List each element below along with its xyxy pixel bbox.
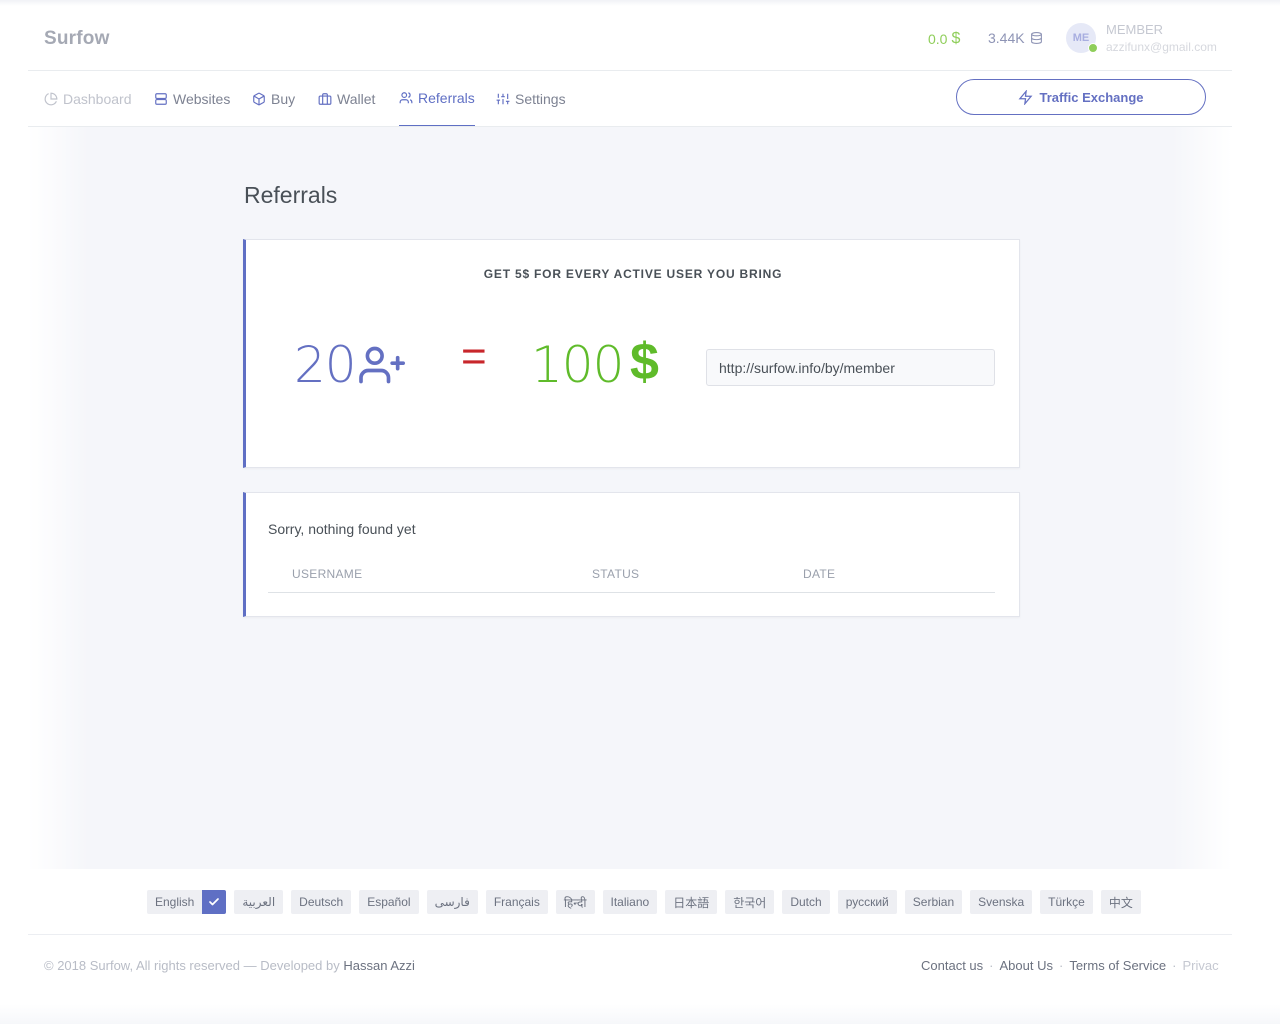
reward-amount: 100 bbox=[531, 336, 624, 394]
separator-dot: · bbox=[1172, 958, 1177, 973]
server-icon bbox=[155, 92, 167, 105]
page-title: Referrals bbox=[244, 182, 338, 208]
footer-links: Contact us · About Us · Terms of Service… bbox=[921, 958, 1219, 973]
developer-link[interactable]: Hassan Azzi bbox=[343, 958, 415, 973]
dollar-icon: $ bbox=[951, 30, 961, 47]
language-selector: English العربية Deutsch Español فارسی Fr… bbox=[147, 890, 1141, 914]
empty-message: Sorry, nothing found yet bbox=[268, 521, 416, 537]
nav-item-referrals[interactable]: Referrals bbox=[399, 71, 475, 126]
avatar[interactable]: ME bbox=[1066, 23, 1098, 53]
referral-count: 20 bbox=[294, 336, 357, 394]
nav-item-settings[interactable]: Settings bbox=[496, 71, 566, 126]
traffic-exchange-button[interactable]: Traffic Exchange bbox=[956, 79, 1206, 115]
balance-display[interactable]: 0.0 $ bbox=[928, 30, 960, 48]
language-option-english[interactable]: English bbox=[147, 890, 227, 914]
referrals-list-card: Sorry, nothing found yet USERNAME STATUS… bbox=[243, 492, 1020, 617]
avatar-initials: ME bbox=[1072, 32, 1090, 44]
users-icon bbox=[399, 92, 413, 104]
language-option-dutch[interactable]: Dutch bbox=[782, 890, 830, 914]
online-status-indicator bbox=[1088, 43, 1098, 53]
footer-link-contact[interactable]: Contact us bbox=[921, 958, 983, 973]
nav-label: Buy bbox=[271, 90, 296, 107]
language-option-turkish[interactable]: Türkçe bbox=[1040, 890, 1093, 914]
credits-value: 3.44K bbox=[988, 30, 1025, 46]
footer-divider bbox=[28, 934, 1232, 935]
top-header: Surfow 0.0 $ 3.44K ME MEMBER azzifunx@gm… bbox=[28, 6, 1232, 71]
referral-reward-card: GET 5$ FOR EVERY ACTIVE USER YOU BRING 2… bbox=[243, 239, 1020, 468]
database-icon bbox=[1030, 32, 1042, 44]
pie-chart-icon bbox=[44, 92, 58, 105]
nav-item-buy[interactable]: Buy bbox=[252, 71, 295, 126]
language-option-russian[interactable]: русский bbox=[837, 890, 897, 914]
user-email: azzifunx@gmail.com bbox=[1106, 40, 1217, 54]
table-header: USERNAME STATUS DATE bbox=[268, 565, 995, 593]
referral-headline: GET 5$ FOR EVERY ACTIVE USER YOU BRING bbox=[483, 267, 783, 281]
separator-dot: · bbox=[1058, 958, 1064, 973]
balance-value: 0.0 bbox=[928, 31, 948, 47]
brand-logo[interactable]: Surfow bbox=[44, 28, 110, 50]
nav-label: Settings bbox=[515, 90, 566, 107]
separator-dot: · bbox=[989, 958, 994, 973]
dollar-icon: $ bbox=[630, 333, 659, 391]
sliders-icon bbox=[496, 93, 510, 104]
nav-label: Websites bbox=[173, 90, 231, 107]
nav-item-dashboard[interactable]: Dashboard bbox=[44, 71, 132, 126]
nav-item-wallet[interactable]: Wallet bbox=[318, 71, 375, 126]
language-option-italian[interactable]: Italiano bbox=[602, 890, 658, 914]
briefcase-icon bbox=[318, 92, 332, 105]
language-option-korean[interactable]: 한국어 bbox=[725, 890, 775, 914]
column-header-username[interactable]: USERNAME bbox=[292, 567, 362, 581]
nav-label: Dashboard bbox=[63, 90, 132, 107]
box-icon bbox=[253, 92, 265, 105]
user-plus-icon bbox=[359, 346, 405, 384]
language-option-persian[interactable]: فارسی bbox=[426, 890, 478, 914]
column-header-status[interactable]: STATUS bbox=[592, 567, 639, 581]
language-option-chinese[interactable]: 中文 bbox=[1100, 890, 1141, 914]
language-option-german[interactable]: Deutsch bbox=[291, 890, 352, 914]
language-option-serbian[interactable]: Serbian bbox=[904, 890, 963, 914]
zap-icon bbox=[1019, 89, 1033, 105]
column-header-date[interactable]: DATE bbox=[803, 567, 835, 581]
language-option-swedish[interactable]: Svenska bbox=[970, 890, 1033, 914]
nav-item-websites[interactable]: Websites bbox=[154, 71, 230, 126]
referral-link-input[interactable] bbox=[706, 349, 995, 386]
main-nav: Dashboard Websites Buy Wallet Referrals … bbox=[28, 71, 1232, 127]
language-label: English bbox=[155, 895, 195, 909]
footer-link-about[interactable]: About Us bbox=[1000, 958, 1053, 973]
equals-sign: = bbox=[461, 332, 487, 381]
check-icon bbox=[202, 890, 227, 914]
credits-display[interactable]: 3.44K bbox=[988, 30, 1043, 46]
copyright-text: © 2018 Surfow, All rights reserved — Dev… bbox=[44, 958, 344, 973]
copyright: © 2018 Surfow, All rights reserved — Dev… bbox=[44, 958, 415, 973]
language-option-japanese[interactable]: 日本語 bbox=[665, 890, 718, 914]
footer-link-terms[interactable]: Terms of Service bbox=[1069, 958, 1166, 973]
traffic-exchange-label: Traffic Exchange bbox=[1039, 89, 1144, 105]
main-content: Referrals GET 5$ FOR EVERY ACTIVE USER Y… bbox=[28, 127, 1232, 869]
footer-link-privacy[interactable]: Privacy bbox=[1182, 958, 1219, 973]
nav-label: Wallet bbox=[337, 90, 376, 107]
language-option-arabic[interactable]: العربية bbox=[234, 890, 284, 914]
user-role: MEMBER bbox=[1106, 22, 1164, 37]
nav-label: Referrals bbox=[418, 90, 475, 106]
language-option-spanish[interactable]: Español bbox=[359, 890, 419, 914]
language-option-hindi[interactable]: हिन्दी bbox=[555, 890, 595, 914]
language-option-french[interactable]: Français bbox=[485, 890, 548, 914]
